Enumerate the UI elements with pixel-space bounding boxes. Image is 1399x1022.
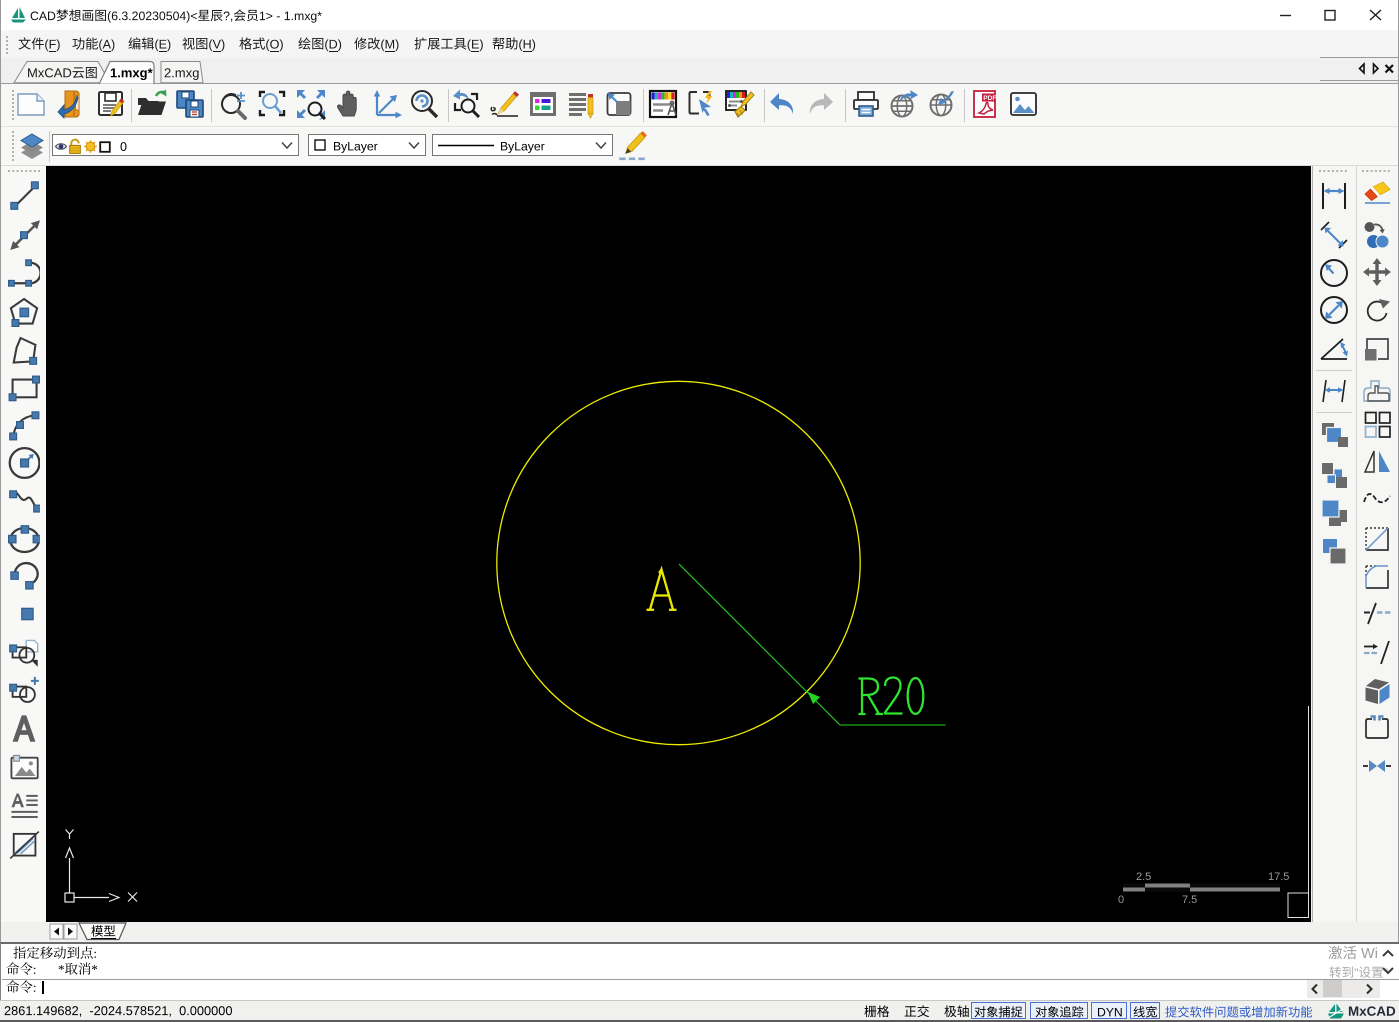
svg-text:PDF: PDF (983, 95, 996, 102)
svg-text:7.5: 7.5 (1182, 894, 1197, 906)
svg-text:0: 0 (1118, 894, 1124, 906)
svg-text:17.5: 17.5 (1268, 871, 1289, 883)
svg-text:2.5: 2.5 (1136, 871, 1151, 883)
